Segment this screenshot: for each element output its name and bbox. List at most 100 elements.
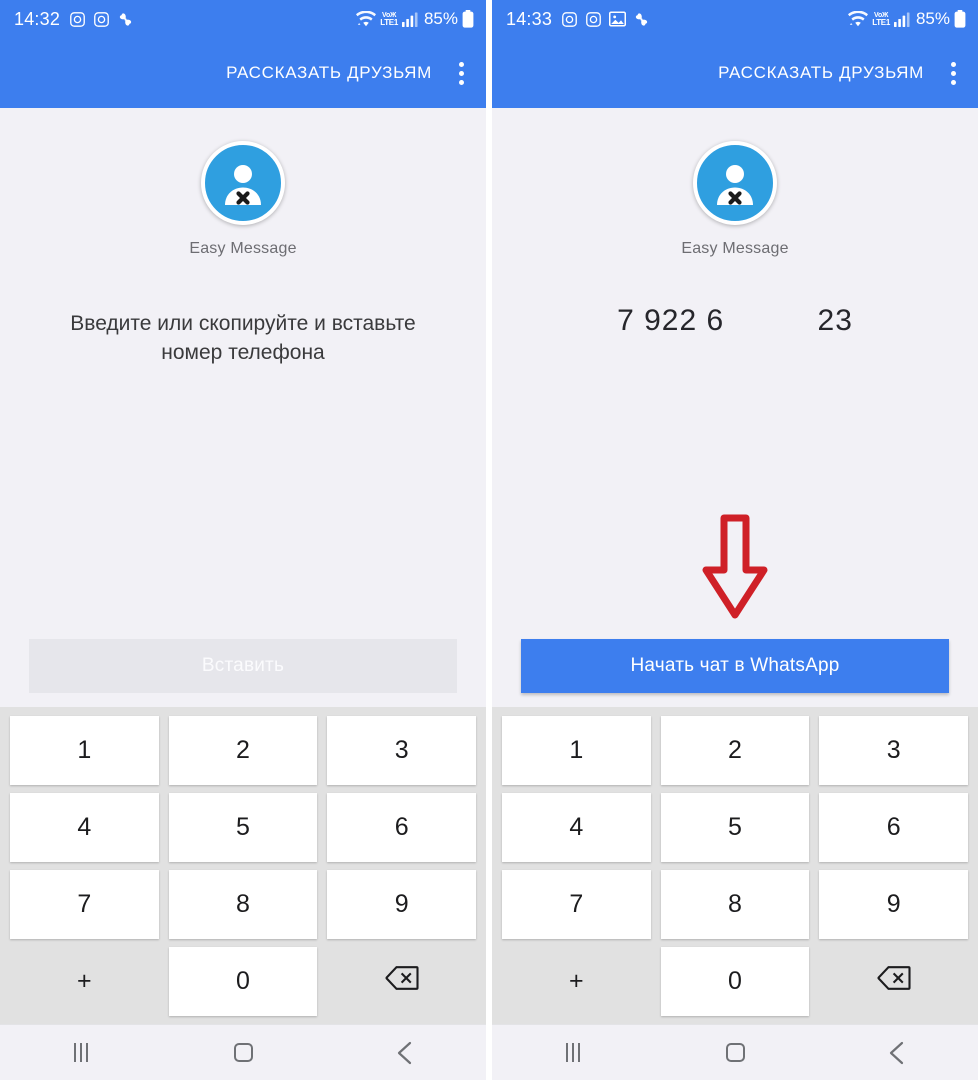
key-plus[interactable]: + [10, 947, 159, 1016]
primary-action-button[interactable]: Начать чат в WhatsApp [521, 639, 949, 693]
phone-screen-left: 14:32 VoЖ LTE1 85% РАССКАЗАТЬ ДРУЗЬЯМ Easy Me… [0, 0, 486, 1080]
key-backspace[interactable] [327, 947, 476, 1016]
instagram-icon [561, 11, 578, 28]
home-icon[interactable] [700, 1031, 770, 1075]
battery-icon [954, 10, 966, 28]
volte-label-bottom: LTE1 [380, 17, 398, 27]
key-label: 8 [236, 890, 250, 918]
overflow-menu-icon[interactable] [938, 56, 968, 90]
overflow-menu-icon[interactable] [446, 56, 476, 90]
key-label: 0 [236, 967, 250, 995]
back-icon[interactable] [370, 1031, 440, 1075]
pinwheel-icon [117, 11, 134, 28]
signal-bars-icon [401, 12, 418, 27]
key-7[interactable]: 7 [10, 870, 159, 939]
key-label: 9 [886, 890, 901, 918]
key-label: 4 [569, 813, 584, 841]
key-label: 7 [77, 890, 92, 918]
numeric-keypad: 1 2 3 4 5 6 7 8 9 +0 [492, 707, 978, 1024]
key-2[interactable]: 2 [660, 716, 810, 785]
phone-screen-right: 14:33 VoЖ LTE1 85% РАССКАЗАТЬ ДРУЗЬЯМ Easy Me… [492, 0, 978, 1080]
key-plus[interactable]: + [502, 947, 651, 1016]
key-6[interactable]: 6 [819, 793, 968, 862]
key-9[interactable]: 9 [327, 870, 476, 939]
status-bar: 14:33 VoЖ LTE1 85% [492, 0, 978, 38]
key-2[interactable]: 2 [168, 716, 318, 785]
home-icon[interactable] [208, 1031, 278, 1075]
key-label: 2 [236, 736, 250, 764]
back-icon[interactable] [862, 1031, 932, 1075]
key-1[interactable]: 1 [10, 716, 159, 785]
key-label: + [77, 967, 92, 995]
instagram-icon [93, 11, 110, 28]
key-7[interactable]: 7 [502, 870, 651, 939]
battery-percent-label: 85% [423, 9, 458, 28]
instruction-text: Введите или скопируйте и вставьте номер … [70, 312, 416, 364]
status-notification-icons [69, 11, 134, 28]
key-label: 0 [728, 967, 742, 995]
key-4[interactable]: 4 [502, 793, 651, 862]
key-8[interactable]: 8 [168, 870, 318, 939]
key-label: + [569, 967, 584, 995]
battery-percent-label: 85% [915, 9, 950, 28]
key-label: 9 [394, 890, 409, 918]
system-navigation-bar [0, 1024, 486, 1080]
key-6[interactable]: 6 [327, 793, 476, 862]
red-down-arrow-annotation [492, 512, 978, 622]
key-label: 1 [569, 736, 584, 764]
key-3[interactable]: 3 [327, 716, 476, 785]
app-name-label: Easy Message [189, 240, 297, 257]
key-label: 7 [569, 890, 584, 918]
wifi-icon [848, 11, 869, 27]
cta-container: Начать чат в WhatsApp [492, 639, 978, 693]
key-5[interactable]: 5 [168, 793, 318, 862]
key-backspace[interactable] [819, 947, 968, 1016]
status-time: 14:32 [14, 8, 61, 29]
key-label: 1 [77, 736, 92, 764]
key-label: 8 [728, 890, 742, 918]
recents-icon[interactable] [538, 1031, 608, 1075]
key-0[interactable]: 0 [168, 947, 318, 1016]
primary-action-button[interactable]: Вставить [29, 639, 457, 693]
instagram-icon [69, 11, 86, 28]
key-label: 6 [886, 813, 901, 841]
key-5[interactable]: 5 [660, 793, 810, 862]
instagram-icon [585, 11, 602, 28]
backspace-icon [385, 965, 419, 998]
screen-content: Easy Message 7 922 6 23 Начать чат в Whats… [492, 108, 978, 707]
key-3[interactable]: 3 [819, 716, 968, 785]
app-avatar-icon [693, 141, 777, 225]
key-9[interactable]: 9 [819, 870, 968, 939]
key-label: 5 [728, 813, 742, 841]
volte-indicator: VoЖ LTE1 [872, 12, 890, 27]
app-branding: Easy Message [681, 141, 788, 258]
volte-label-bottom: LTE1 [872, 17, 890, 27]
key-1[interactable]: 1 [502, 716, 651, 785]
tell-friends-button[interactable]: РАССКАЗАТЬ ДРУЗЬЯМ [718, 63, 924, 83]
tell-friends-button[interactable]: РАССКАЗАТЬ ДРУЗЬЯМ [226, 63, 432, 83]
key-4[interactable]: 4 [10, 793, 159, 862]
status-time: 14:33 [506, 8, 553, 29]
key-label: 5 [236, 813, 250, 841]
key-label: 3 [394, 736, 409, 764]
status-bar: 14:32 VoЖ LTE1 85% [0, 0, 486, 38]
app-toolbar: РАССКАЗАТЬ ДРУЗЬЯМ [492, 38, 978, 108]
image-icon [609, 11, 627, 27]
recents-icon[interactable] [46, 1031, 116, 1075]
numeric-keypad: 1 2 3 4 5 6 7 8 9 +0 [0, 707, 486, 1024]
key-label: 4 [77, 813, 92, 841]
key-label: 6 [394, 813, 409, 841]
status-system-icons: VoЖ LTE1 85% [848, 9, 966, 29]
system-navigation-bar [492, 1024, 978, 1080]
battery-icon [462, 10, 474, 28]
key-0[interactable]: 0 [660, 947, 810, 1016]
app-toolbar: РАССКАЗАТЬ ДРУЗЬЯМ [0, 38, 486, 108]
phone-number-display: 7 922 6 23 [617, 304, 853, 337]
key-label: 2 [728, 736, 742, 764]
key-8[interactable]: 8 [660, 870, 810, 939]
screen-content: Easy Message Введите или скопируйте и вст… [0, 108, 486, 707]
status-system-icons: VoЖ LTE1 85% [356, 9, 474, 29]
pinwheel-icon [633, 11, 650, 28]
status-notification-icons [561, 11, 650, 28]
backspace-icon [877, 965, 911, 998]
